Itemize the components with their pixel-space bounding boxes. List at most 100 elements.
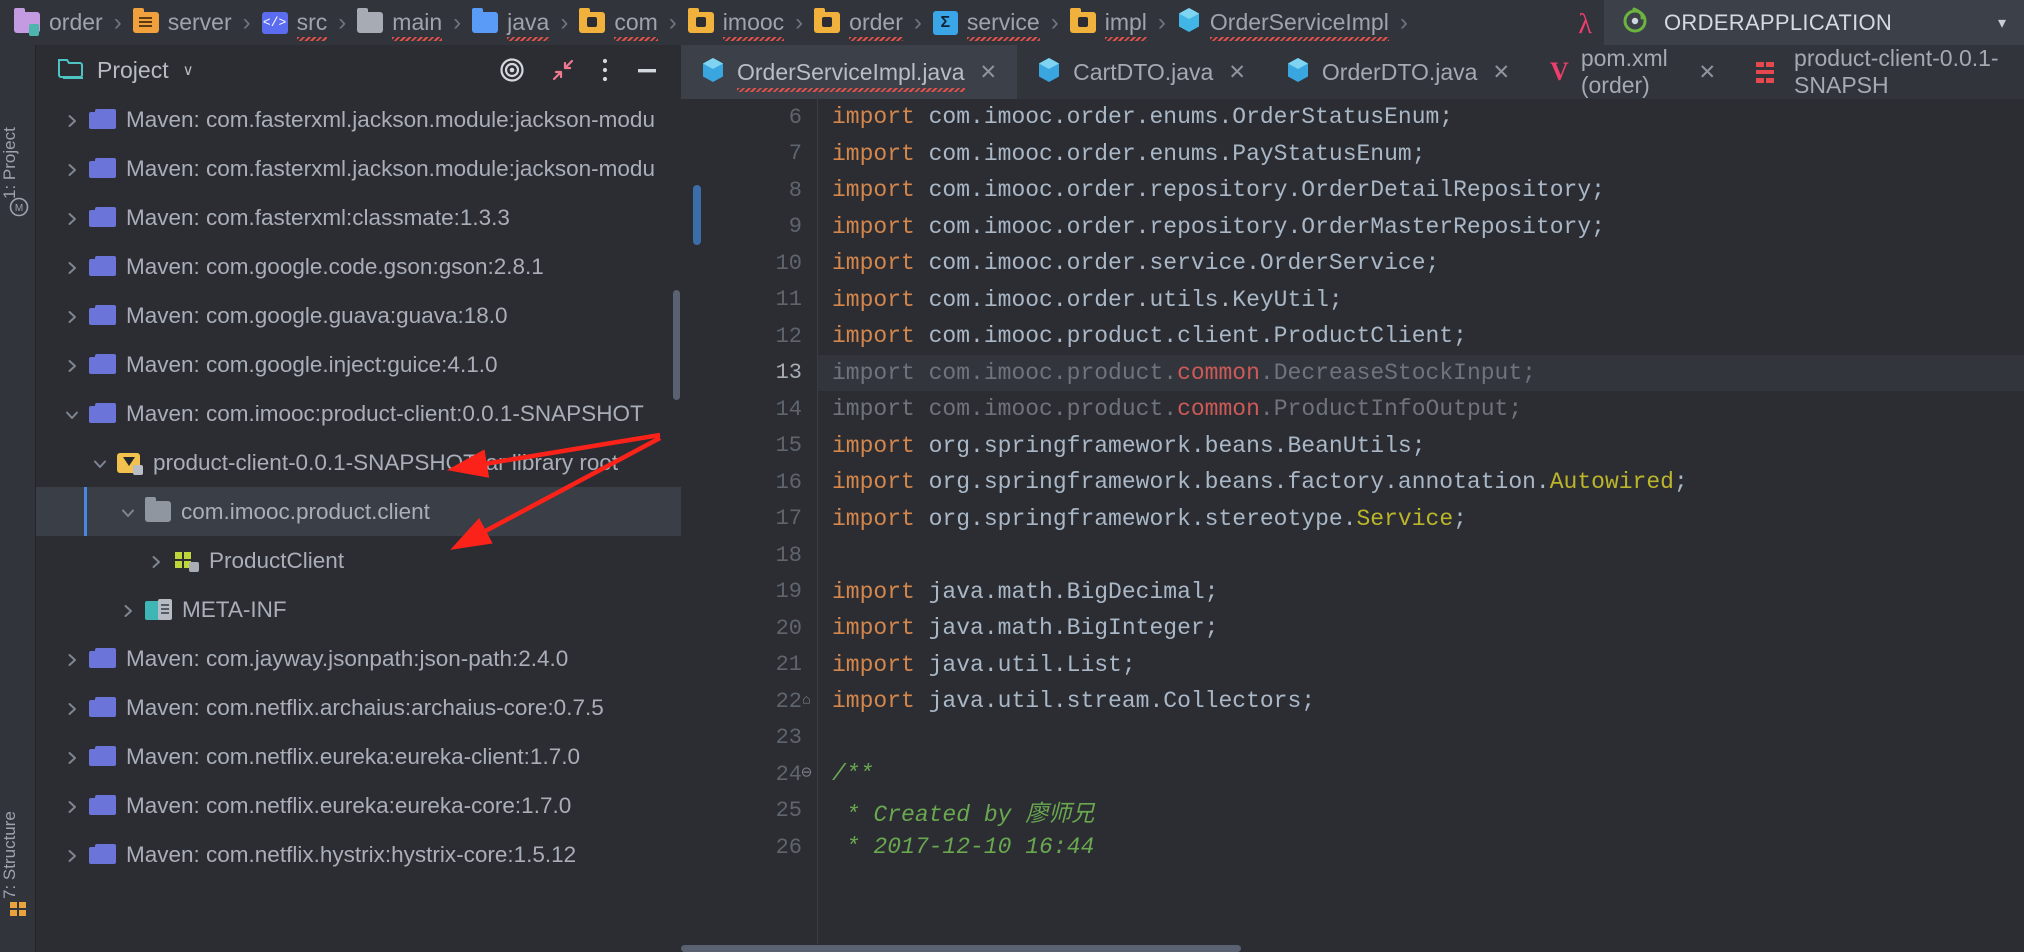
tree-item[interactable]: Maven: com.netflix.eureka:eureka-client:… (36, 732, 681, 781)
editor-horizontal-scrollbar[interactable] (681, 944, 2024, 952)
code-line[interactable]: 10 import com.imooc.order.service.OrderSe… (776, 245, 2024, 282)
code-lines[interactable]: 6 import com.imooc.order.enums.OrderStatu… (776, 99, 2024, 952)
line-number[interactable]: 13 (713, 360, 818, 385)
more-options-icon[interactable] (601, 57, 609, 83)
code-line[interactable]: 17 import org.springframework.stereotype.… (776, 501, 2024, 538)
editor-tab-pom[interactable]: Vpom.xml (order) ✕ (1530, 45, 1736, 99)
line-number[interactable]: 12 (713, 324, 818, 349)
tree-item[interactable]: Maven: com.netflix.eureka:eureka-core:1.… (36, 781, 681, 830)
breadcrumb-item-server[interactable]: server (132, 0, 232, 45)
tree-item[interactable]: Maven: com.fasterxml.jackson.module:jack… (36, 144, 681, 193)
code-line[interactable]: 8 import com.imooc.order.repository.Order… (789, 172, 2024, 209)
breadcrumb-item-service[interactable]: Σservice (932, 0, 1040, 45)
breadcrumb-item-imooc[interactable]: imooc (687, 0, 785, 45)
line-number[interactable]: 25 (713, 798, 818, 823)
favorites-icon[interactable] (9, 900, 27, 918)
close-icon[interactable]: ✕ (1228, 60, 1246, 85)
chevron-down-icon[interactable] (120, 505, 134, 519)
chevron-right-icon[interactable] (64, 260, 78, 274)
chevron-right-icon[interactable] (64, 113, 78, 127)
code-line[interactable]: 26 * 2017-12-10 16:44 (776, 829, 2024, 866)
line-number[interactable]: 26 (713, 835, 818, 860)
project-tree-scrollbar[interactable] (673, 290, 680, 400)
chevron-right-icon[interactable] (64, 358, 78, 372)
tree-item[interactable]: Maven: com.netflix.archaius:archaius-cor… (36, 683, 681, 732)
chevron-right-icon[interactable] (64, 309, 78, 323)
breadcrumb-item-src[interactable]: </> src (261, 0, 327, 45)
tree-item[interactable]: Maven: com.google.code.gson:gson:2.8.1 (36, 242, 681, 291)
tree-item[interactable]: META-INF (36, 585, 681, 634)
breadcrumb-item-order[interactable]: order (14, 0, 103, 45)
chevron-down-icon[interactable]: ▾ (1998, 13, 2006, 33)
code-line[interactable]: 16 import org.springframework.beans.facto… (776, 464, 2024, 501)
chevron-right-icon[interactable] (148, 554, 162, 568)
chevron-down-icon[interactable]: ∨ (183, 61, 194, 79)
tree-item[interactable]: Maven: com.jayway.jsonpath:json-path:2.4… (36, 634, 681, 683)
line-number[interactable]: 17 (713, 506, 818, 531)
code-line[interactable]: 21 import java.util.List; (776, 647, 2024, 684)
code-line[interactable]: 15 import org.springframework.beans.BeanU… (776, 428, 2024, 465)
line-number[interactable]: 10 (713, 251, 818, 276)
line-number[interactable]: 21 (713, 652, 818, 677)
code-fold-icon[interactable]: ⊖ (800, 767, 813, 781)
breadcrumb-item-impl[interactable]: impl (1069, 0, 1148, 45)
chevron-right-icon[interactable] (64, 848, 78, 862)
code-line[interactable]: 23 (776, 720, 2024, 757)
line-number[interactable]: 16 (713, 470, 818, 495)
line-number[interactable]: 11 (713, 287, 818, 312)
run-configuration-widget[interactable]: ORDERAPPLICATION ▾ (1604, 0, 2024, 45)
editor-tab-orderserviceimpl[interactable]: OrderServiceImpl.java ✕ (681, 45, 1018, 99)
chevron-down-icon[interactable] (92, 456, 106, 470)
tree-item[interactable]: Maven: com.google.guava:guava:18.0 (36, 291, 681, 340)
tree-item-selected[interactable]: com.imooc.product.client (36, 487, 681, 536)
code-fold-icon[interactable]: ⌂ (800, 694, 813, 708)
close-icon[interactable]: ✕ (980, 60, 998, 85)
sidebar-tab-favorites[interactable]: ce (0, 945, 36, 952)
code-editor[interactable]: 6 import com.imooc.order.enums.OrderStatu… (681, 99, 2024, 952)
breadcrumb-item-main[interactable]: main (357, 0, 442, 45)
code-line[interactable]: 20 import java.math.BigInteger; (776, 610, 2024, 647)
code-line[interactable]: 7 import com.imooc.order.enums.PayStatusE… (789, 136, 2024, 173)
code-line[interactable]: 24 ⊖/** (776, 756, 2024, 793)
chevron-right-icon[interactable] (64, 162, 78, 176)
project-tree[interactable]: Maven: com.fasterxml.jackson.module:jack… (36, 95, 681, 952)
hide-panel-icon[interactable] (635, 58, 659, 82)
chevron-right-icon[interactable] (64, 750, 78, 764)
tree-item[interactable]: Maven: com.imooc:product-client:0.0.1-SN… (36, 389, 681, 438)
line-number[interactable]: 23 (713, 725, 818, 750)
collapse-all-icon[interactable] (551, 58, 575, 82)
editor-tab-orderdto[interactable]: OrderDTO.java ✕ (1266, 45, 1530, 99)
lambda-icon[interactable]: λ (1578, 9, 1592, 41)
close-icon[interactable]: ✕ (1492, 60, 1510, 85)
code-line[interactable]: 14 import com.imooc.product.common.Produc… (776, 391, 2024, 428)
line-number[interactable]: 14 (713, 397, 818, 422)
tree-item[interactable]: Maven: com.google.inject:guice:4.1.0 (36, 340, 681, 389)
breadcrumb-item-order[interactable]: order (814, 0, 903, 45)
tree-item[interactable]: Maven: com.fasterxml.jackson.module:jack… (36, 95, 681, 144)
line-number[interactable]: 6 (713, 105, 818, 130)
line-number[interactable]: 8 (713, 178, 818, 203)
tree-item[interactable]: product-client-0.0.1-SNAPSHOT.jar librar… (36, 438, 681, 487)
tree-item[interactable]: Maven: com.netflix.hystrix:hystrix-core:… (36, 830, 681, 879)
chevron-right-icon[interactable] (64, 799, 78, 813)
line-number[interactable]: 18 (713, 543, 818, 568)
chevron-right-icon[interactable] (64, 701, 78, 715)
breadcrumb-item-java[interactable]: java (472, 0, 550, 45)
code-line[interactable]: 19 import java.math.BigDecimal; (776, 574, 2024, 611)
code-line[interactable]: 12 import com.imooc.product.client.Produc… (776, 318, 2024, 355)
close-icon[interactable]: ✕ (1698, 60, 1716, 85)
breadcrumb-item-orderserviceimpl[interactable]: OrderServiceImpl (1177, 0, 1389, 45)
line-number[interactable]: 7 (713, 141, 818, 166)
code-line[interactable]: 22 ⌂ import java.util.stream.Collectors; (776, 683, 2024, 720)
code-line[interactable]: 9 import com.imooc.order.repository.Order… (789, 209, 2024, 246)
locate-target-icon[interactable] (499, 57, 525, 83)
maven-tool-icon[interactable]: M (9, 197, 29, 217)
line-number[interactable]: 9 (713, 214, 818, 239)
code-line[interactable]: 13 import com.imooc.product.common.Decrea… (776, 354, 2024, 391)
code-line[interactable]: 25 * Created by 廖师兄 (776, 793, 2024, 830)
code-line[interactable]: 11 import com.imooc.order.utils.KeyUtil; (776, 282, 2024, 319)
code-line[interactable]: 18 (776, 537, 2024, 574)
tree-item[interactable]: ProductClient (36, 536, 681, 585)
line-number[interactable]: 20 (713, 616, 818, 641)
line-number[interactable]: 15 (713, 433, 818, 458)
